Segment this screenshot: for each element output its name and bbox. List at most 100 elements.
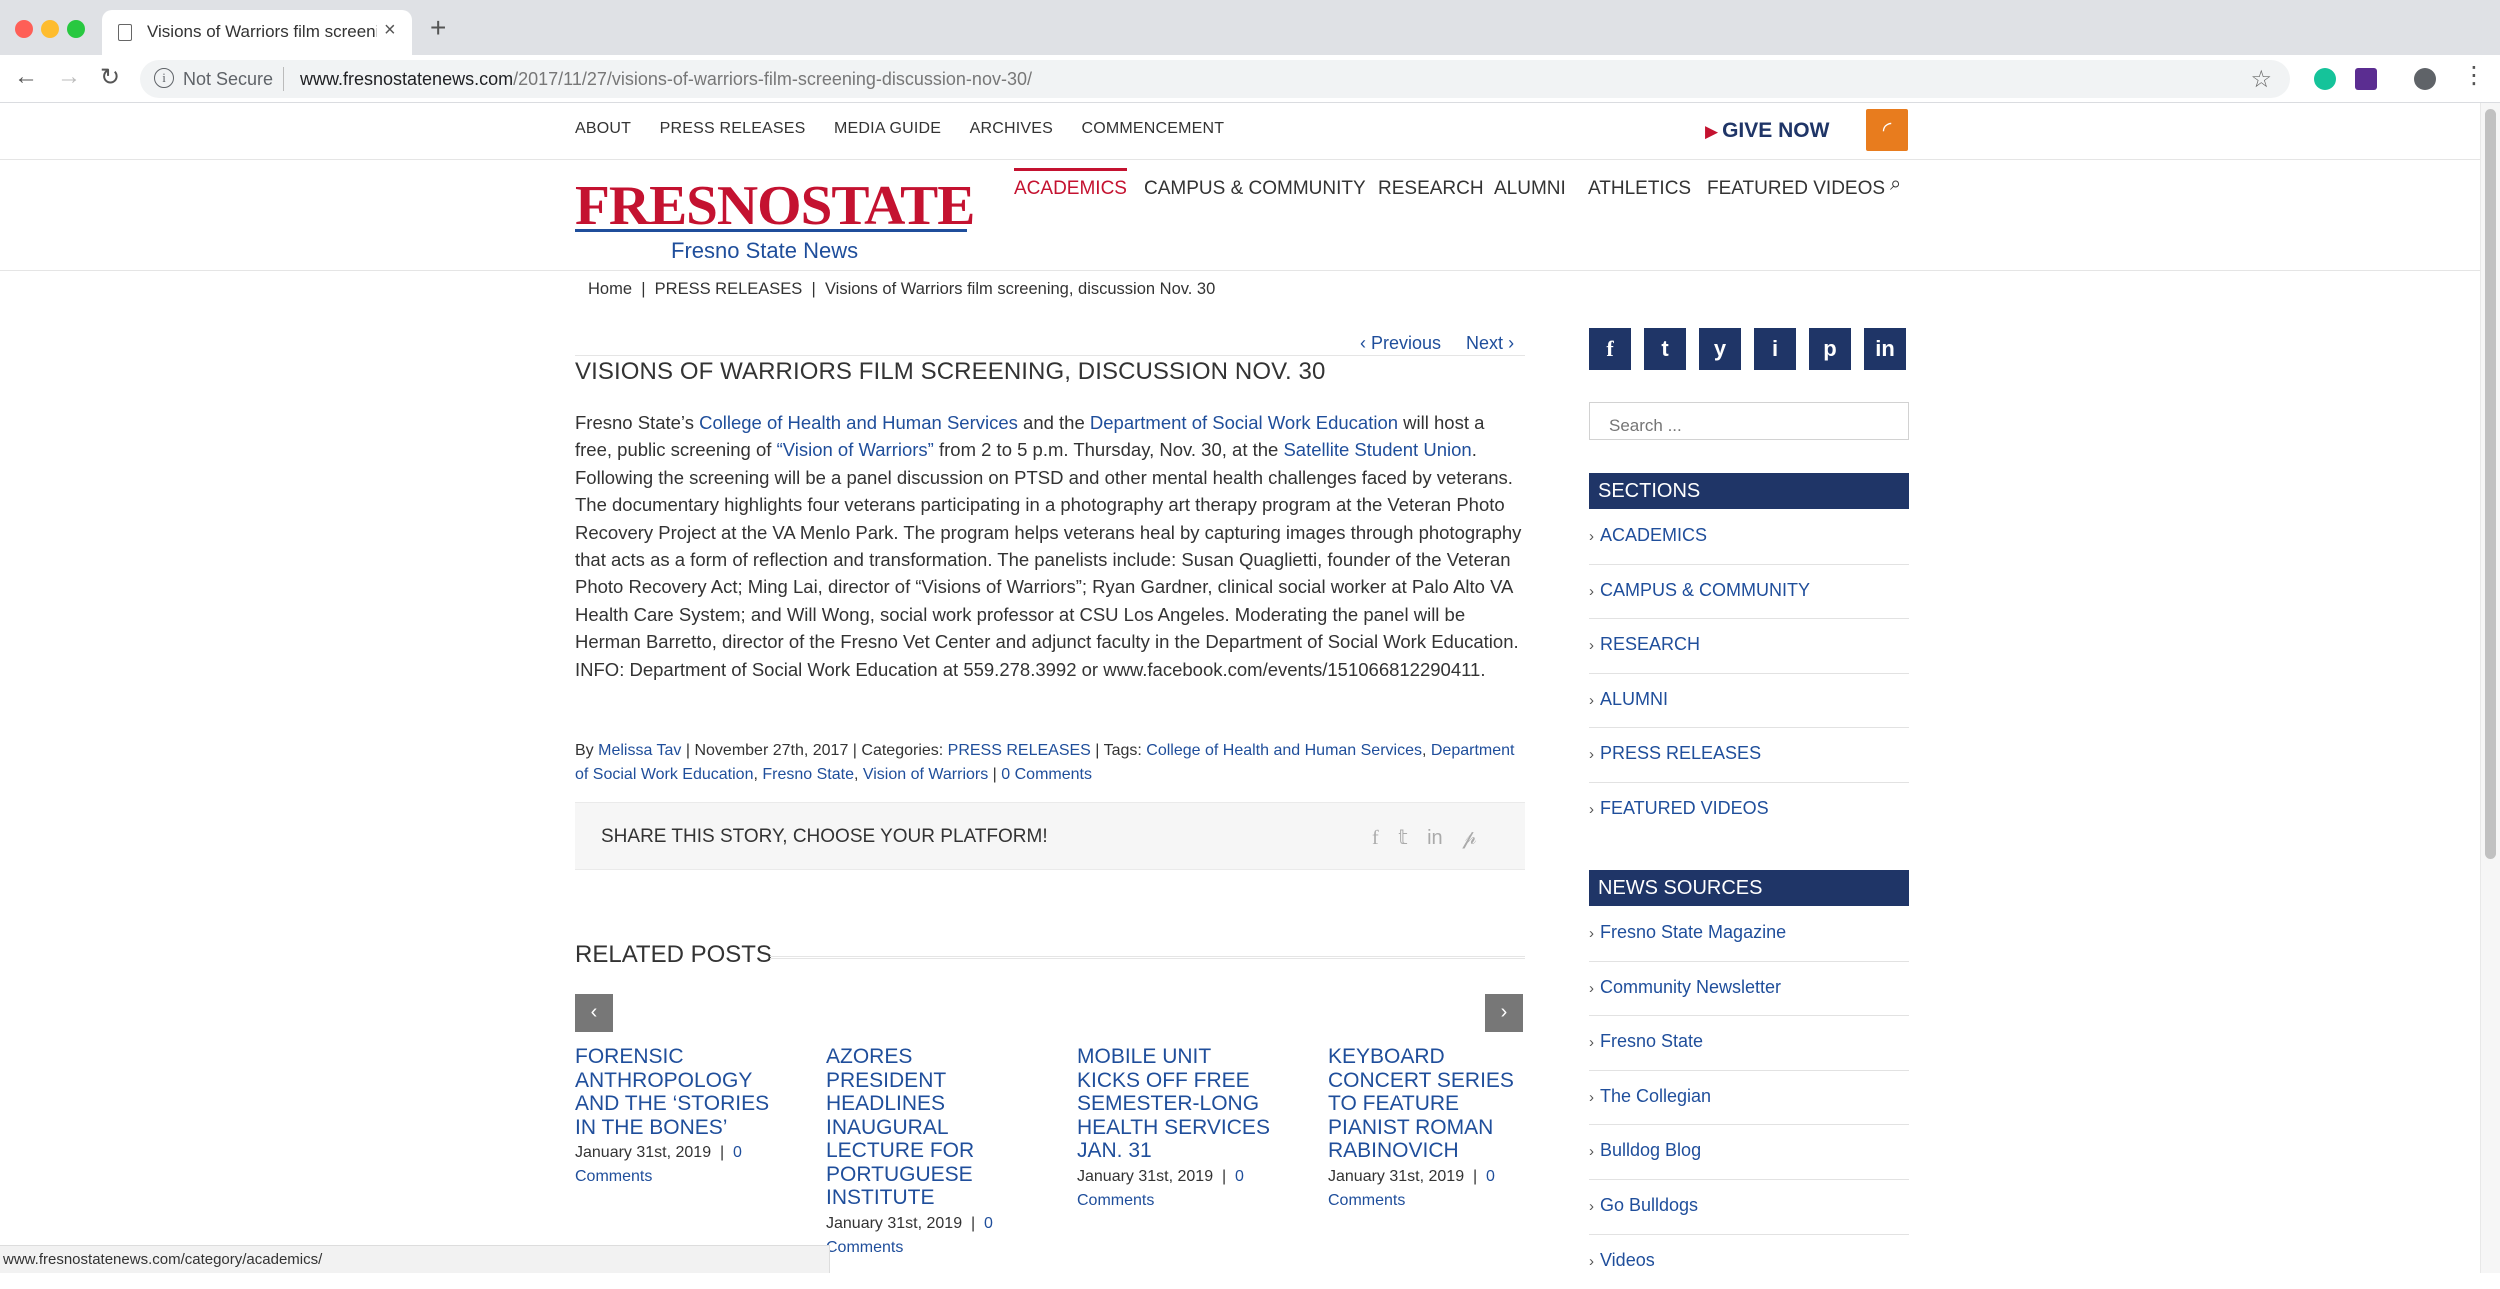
grammarly-extension-icon[interactable] xyxy=(2314,68,2336,90)
facebook-icon[interactable]: f xyxy=(1589,328,1631,370)
related-post-date: January 31st, 2019 xyxy=(1077,1167,1214,1185)
nav-academics[interactable]: ACADEMICS xyxy=(1014,168,1127,208)
breadcrumb-current: Visions of Warriors film screening, disc… xyxy=(824,280,1216,298)
related-post-title[interactable]: AZORES PRESIDENT HEADLINES INAUGURAL LEC… xyxy=(826,1045,1011,1210)
nav-press-releases[interactable]: PRESS RELEASES xyxy=(660,120,806,137)
nav-athletics[interactable]: ATHLETICS xyxy=(1588,168,1691,208)
extension-icon[interactable] xyxy=(2355,68,2377,90)
nav-archives[interactable]: ARCHIVES xyxy=(970,120,1053,137)
news-item-go-bulldogs[interactable]: › Go Bulldogs xyxy=(1589,1180,1909,1235)
sidebar-item-press-releases[interactable]: › PRESS RELEASES xyxy=(1589,728,1909,783)
post-pager: ‹ Previous Next › xyxy=(1360,333,1514,354)
news-item-collegian[interactable]: › The Collegian xyxy=(1589,1071,1909,1126)
give-now-button[interactable]: ▶ GIVE NOW xyxy=(1705,119,1829,143)
instagram-icon[interactable]: i xyxy=(1754,328,1796,370)
page-scrollbar[interactable] xyxy=(2480,103,2500,1273)
sidebar-item-academics[interactable]: › ACADEMICS xyxy=(1589,510,1909,565)
breadcrumb-category[interactable]: PRESS RELEASES xyxy=(655,280,803,298)
info-icon[interactable]: i xyxy=(154,68,174,88)
rss-icon[interactable]: ◜ xyxy=(1866,109,1908,151)
twitter-icon[interactable]: t xyxy=(1644,328,1686,370)
site-logo[interactable]: FRESNOSTATE Fresno State News xyxy=(575,168,975,268)
linkedin-icon[interactable]: in xyxy=(1864,328,1906,370)
browser-toolbar: ← → ↻ i Not Secure www.fresnostatenews.c… xyxy=(0,55,2500,103)
meta-by: By xyxy=(575,742,599,759)
tag-link[interactable]: College of Health and Human Services xyxy=(1146,742,1422,759)
minimize-window-button[interactable] xyxy=(41,20,59,38)
news-item-label: Fresno State Magazine xyxy=(1600,922,1787,942)
back-arrow-icon[interactable]: ← xyxy=(14,63,38,91)
tag-link[interactable]: Vision of Warriors xyxy=(863,766,988,783)
related-post-title[interactable]: KEYBOARD CONCERT SERIES TO FEATURE PIANI… xyxy=(1328,1045,1523,1163)
sidebar-item-featured-videos[interactable]: › FEATURED VIDEOS xyxy=(1589,783,1909,838)
nav-about[interactable]: ABOUT xyxy=(575,120,631,137)
news-item-magazine[interactable]: › Fresno State Magazine xyxy=(1589,907,1909,962)
post-meta: By Melissa Tav | November 27th, 2017 | C… xyxy=(575,739,1525,787)
profile-avatar-icon[interactable] xyxy=(2414,68,2436,90)
sidebar-item-alumni[interactable]: › ALUMNI xyxy=(1589,674,1909,729)
close-window-button[interactable] xyxy=(15,20,33,38)
author-link[interactable]: Melissa Tav xyxy=(598,742,681,759)
new-tab-button[interactable]: + xyxy=(430,12,446,44)
comments-link[interactable]: 0 Comments xyxy=(1001,766,1092,783)
breadcrumb-home[interactable]: Home xyxy=(588,280,632,298)
sections-list: › ACADEMICS › CAMPUS & COMMUNITY › RESEARCH… xyxy=(1589,510,1909,838)
link-film[interactable]: “Vision of Warriors” xyxy=(777,439,934,460)
article-text: from xyxy=(933,439,982,461)
share-icons: f 𝕥 in 𝓅 xyxy=(1372,825,1491,850)
url-text[interactable]: www.fresnostatenews.com/2017/11/27/visio… xyxy=(300,69,1032,90)
scrollbar-thumb[interactable] xyxy=(2485,109,2496,859)
nav-commencement[interactable]: COMMENCEMENT xyxy=(1081,120,1224,137)
sidebar-item-research[interactable]: › RESEARCH xyxy=(1589,619,1909,674)
news-item-bulldog-blog[interactable]: › Bulldog Blog xyxy=(1589,1125,1909,1180)
browser-tab[interactable]: Visions of Warriors film screening, disc… xyxy=(102,10,412,55)
carousel-next-button[interactable]: › xyxy=(1485,994,1523,1032)
link-chhs[interactable]: College of Health and Human Services xyxy=(699,412,1018,433)
news-item-label: Community Newsletter xyxy=(1600,976,1782,997)
forward-arrow-icon[interactable]: → xyxy=(57,63,81,91)
menu-kebab-icon[interactable]: ⋮ xyxy=(2462,61,2486,90)
nav-research[interactable]: RESEARCH xyxy=(1378,168,1484,208)
search-icon[interactable]: ⌕ xyxy=(1890,173,1901,196)
share-label: SHARE THIS STORY, CHOOSE YOUR PLATFORM! xyxy=(601,826,1048,847)
linkedin-icon[interactable]: in xyxy=(1427,827,1443,849)
chevron-right-icon: › xyxy=(1589,925,1594,942)
event-time: 2 to 5 p.m. Thursday, Nov. 30, xyxy=(981,439,1227,461)
previous-link[interactable]: ‹ Previous xyxy=(1360,333,1441,353)
link-social-work[interactable]: Department of Social Work Education xyxy=(1090,412,1398,433)
link-satellite-union[interactable]: Satellite Student Union xyxy=(1283,439,1471,460)
related-post-title[interactable]: MOBILE UNIT KICKS OFF FREE SEMESTER-LONG… xyxy=(1077,1045,1272,1163)
breadcrumb: Home | PRESS RELEASES | Visions of Warri… xyxy=(588,280,1215,299)
reload-icon[interactable]: ↻ xyxy=(100,63,120,92)
chevron-right-icon: › xyxy=(1589,582,1594,600)
address-bar[interactable]: i Not Secure www.fresnostatenews.com/201… xyxy=(140,60,2290,98)
category-link[interactable]: PRESS RELEASES xyxy=(948,742,1091,759)
news-item-fresno-state[interactable]: › Fresno State xyxy=(1589,1016,1909,1071)
sidebar-item-campus-community[interactable]: › CAMPUS & COMMUNITY xyxy=(1589,565,1909,620)
nav-alumni[interactable]: ALUMNI xyxy=(1494,168,1566,208)
next-link[interactable]: Next › xyxy=(1466,333,1514,353)
bookmark-star-icon[interactable]: ☆ xyxy=(2250,65,2272,94)
youtube-icon[interactable]: y xyxy=(1699,328,1741,370)
nav-campus-community[interactable]: CAMPUS & COMMUNITY xyxy=(1144,168,1366,208)
maximize-window-button[interactable] xyxy=(67,20,85,38)
sidebar-item-label: ALUMNI xyxy=(1600,688,1669,709)
sidebar-item-label: FEATURED VIDEOS xyxy=(1600,797,1769,818)
twitter-icon[interactable]: 𝕥 xyxy=(1398,827,1407,849)
pinterest-icon[interactable]: p xyxy=(1809,328,1851,370)
close-tab-icon[interactable]: × xyxy=(384,19,396,42)
url-path: /2017/11/27/visions-of-warriors-film-scr… xyxy=(513,69,1032,89)
search-input[interactable] xyxy=(1589,402,1909,440)
related-post: KEYBOARD CONCERT SERIES TO FEATURE PIANI… xyxy=(1328,1045,1523,1213)
header-divider xyxy=(0,159,2480,160)
related-post-title[interactable]: FORENSIC ANTHROPOLOGY AND THE ‘STORIES I… xyxy=(575,1045,770,1139)
pinterest-icon[interactable]: 𝓅 xyxy=(1462,827,1476,849)
news-item-videos[interactable]: › Videos xyxy=(1589,1235,1909,1289)
news-sources-heading: NEWS SOURCES xyxy=(1589,870,1909,906)
nav-featured-videos[interactable]: FEATURED VIDEOS xyxy=(1707,168,1885,208)
tag-link[interactable]: Fresno State xyxy=(762,766,854,783)
nav-media-guide[interactable]: MEDIA GUIDE xyxy=(834,120,941,137)
news-item-newsletter[interactable]: › Community Newsletter xyxy=(1589,962,1909,1017)
facebook-icon[interactable]: f xyxy=(1372,827,1379,849)
carousel-prev-button[interactable]: ‹ xyxy=(575,994,613,1032)
